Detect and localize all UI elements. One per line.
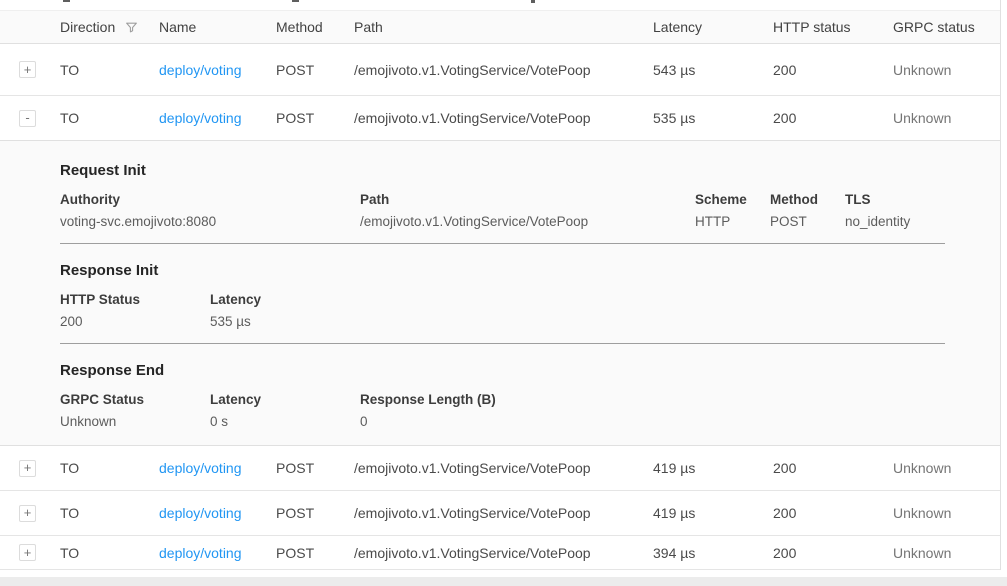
- latency-cell: 394 µs: [653, 545, 773, 561]
- http-status-cell: 200: [773, 545, 893, 561]
- header-http-status: HTTP status: [773, 19, 893, 35]
- header-latency: Latency: [653, 19, 773, 35]
- grpc-status-cell: Unknown: [893, 110, 1000, 126]
- field-label-latency: Latency: [210, 292, 944, 307]
- field-label-http-status: HTTP Status: [60, 292, 210, 307]
- grpc-status-cell: Unknown: [893, 62, 1000, 78]
- page-background-strip: [0, 577, 1007, 586]
- response-init-fields: HTTP Status 200 Latency 535 µs: [60, 292, 944, 329]
- grpc-status-cell: Unknown: [893, 460, 1000, 476]
- http-status-cell: 200: [773, 110, 893, 126]
- field-value-response-length: 0: [360, 414, 944, 429]
- http-status-cell: 200: [773, 460, 893, 476]
- latency-cell: 419 µs: [653, 460, 773, 476]
- header-direction: Direction: [60, 19, 159, 35]
- response-end-title: Response End: [60, 362, 944, 379]
- method-cell: POST: [276, 62, 354, 78]
- method-cell: POST: [276, 545, 354, 561]
- expand-row-button[interactable]: +: [19, 61, 36, 78]
- grpc-status-cell: Unknown: [893, 545, 1000, 561]
- clipped-text-fragment: [531, 0, 535, 3]
- table-row: + TO deploy/voting POST /emojivoto.v1.Vo…: [0, 536, 1000, 570]
- expand-row-button[interactable]: +: [19, 505, 36, 522]
- header-grpc-status: GRPC status: [893, 19, 1000, 35]
- path-cell: /emojivoto.v1.VotingService/VotePoop: [354, 110, 653, 126]
- field-value-tls: no_identity: [845, 214, 944, 229]
- clipped-row-above: [0, 0, 1000, 10]
- response-end-fields: GRPC Status Unknown Latency 0 s Response…: [60, 392, 944, 429]
- section-divider: [60, 243, 945, 244]
- field-value-authority: voting-svc.emojivoto:8080: [60, 214, 360, 229]
- header-direction-label: Direction: [60, 19, 115, 35]
- table-row: + TO deploy/voting POST /emojivoto.v1.Vo…: [0, 44, 1000, 96]
- collapse-row-button[interactable]: -: [19, 110, 36, 127]
- path-cell: /emojivoto.v1.VotingService/VotePoop: [354, 505, 653, 521]
- path-cell: /emojivoto.v1.VotingService/VotePoop: [354, 62, 653, 78]
- field-label-path: Path: [360, 192, 695, 207]
- field-value-method: POST: [770, 214, 845, 229]
- direction-cell: TO: [60, 545, 159, 561]
- path-cell: /emojivoto.v1.VotingService/VotePoop: [354, 545, 653, 561]
- resource-link[interactable]: deploy/voting: [159, 460, 242, 476]
- response-init-title: Response Init: [60, 262, 944, 279]
- header-method: Method: [276, 19, 354, 35]
- field-value-latency: 0 s: [210, 414, 360, 429]
- field-label-authority: Authority: [60, 192, 360, 207]
- method-cell: POST: [276, 460, 354, 476]
- field-label-method: Method: [770, 192, 845, 207]
- latency-cell: 535 µs: [653, 110, 773, 126]
- table-header-row: Direction Name Method Path Latency HTTP …: [0, 10, 1000, 44]
- method-cell: POST: [276, 110, 354, 126]
- request-detail-panel: Request Init Authority voting-svc.emojiv…: [0, 141, 1000, 446]
- request-init-fields: Authority voting-svc.emojivoto:8080 Path…: [60, 192, 944, 229]
- request-init-title: Request Init: [60, 162, 944, 179]
- http-status-cell: 200: [773, 505, 893, 521]
- table-row: + TO deploy/voting POST /emojivoto.v1.Vo…: [0, 491, 1000, 536]
- tap-results-card: Direction Name Method Path Latency HTTP …: [0, 0, 1001, 577]
- grpc-status-cell: Unknown: [893, 505, 1000, 521]
- direction-cell: TO: [60, 62, 159, 78]
- field-label-response-length: Response Length (B): [360, 392, 944, 407]
- clipped-text-fragment: [63, 0, 70, 2]
- resource-link[interactable]: deploy/voting: [159, 505, 242, 521]
- field-label-tls: TLS: [845, 192, 944, 207]
- field-value-path: /emojivoto.v1.VotingService/VotePoop: [360, 214, 695, 229]
- table-row-expanded: - TO deploy/voting POST /emojivoto.v1.Vo…: [0, 96, 1000, 141]
- latency-cell: 543 µs: [653, 62, 773, 78]
- field-label-grpc-status: GRPC Status: [60, 392, 210, 407]
- clipped-text-fragment: [292, 0, 299, 2]
- direction-cell: TO: [60, 505, 159, 521]
- field-value-grpc-status: Unknown: [60, 414, 210, 429]
- field-label-scheme: Scheme: [695, 192, 770, 207]
- header-path: Path: [354, 19, 653, 35]
- direction-cell: TO: [60, 460, 159, 476]
- expand-row-button[interactable]: +: [19, 460, 36, 477]
- filter-funnel-icon[interactable]: [125, 21, 138, 34]
- field-label-latency: Latency: [210, 392, 360, 407]
- table-row: + TO deploy/voting POST /emojivoto.v1.Vo…: [0, 446, 1000, 491]
- field-value-http-status: 200: [60, 314, 210, 329]
- resource-link[interactable]: deploy/voting: [159, 62, 242, 78]
- field-value-scheme: HTTP: [695, 214, 770, 229]
- header-name: Name: [159, 19, 276, 35]
- section-divider: [60, 343, 945, 344]
- card-bottom-gap: [0, 570, 1001, 577]
- resource-link[interactable]: deploy/voting: [159, 110, 242, 126]
- path-cell: /emojivoto.v1.VotingService/VotePoop: [354, 460, 653, 476]
- method-cell: POST: [276, 505, 354, 521]
- direction-cell: TO: [60, 110, 159, 126]
- resource-link[interactable]: deploy/voting: [159, 545, 242, 561]
- field-value-latency: 535 µs: [210, 314, 944, 329]
- http-status-cell: 200: [773, 62, 893, 78]
- latency-cell: 419 µs: [653, 505, 773, 521]
- expand-row-button[interactable]: +: [19, 544, 36, 561]
